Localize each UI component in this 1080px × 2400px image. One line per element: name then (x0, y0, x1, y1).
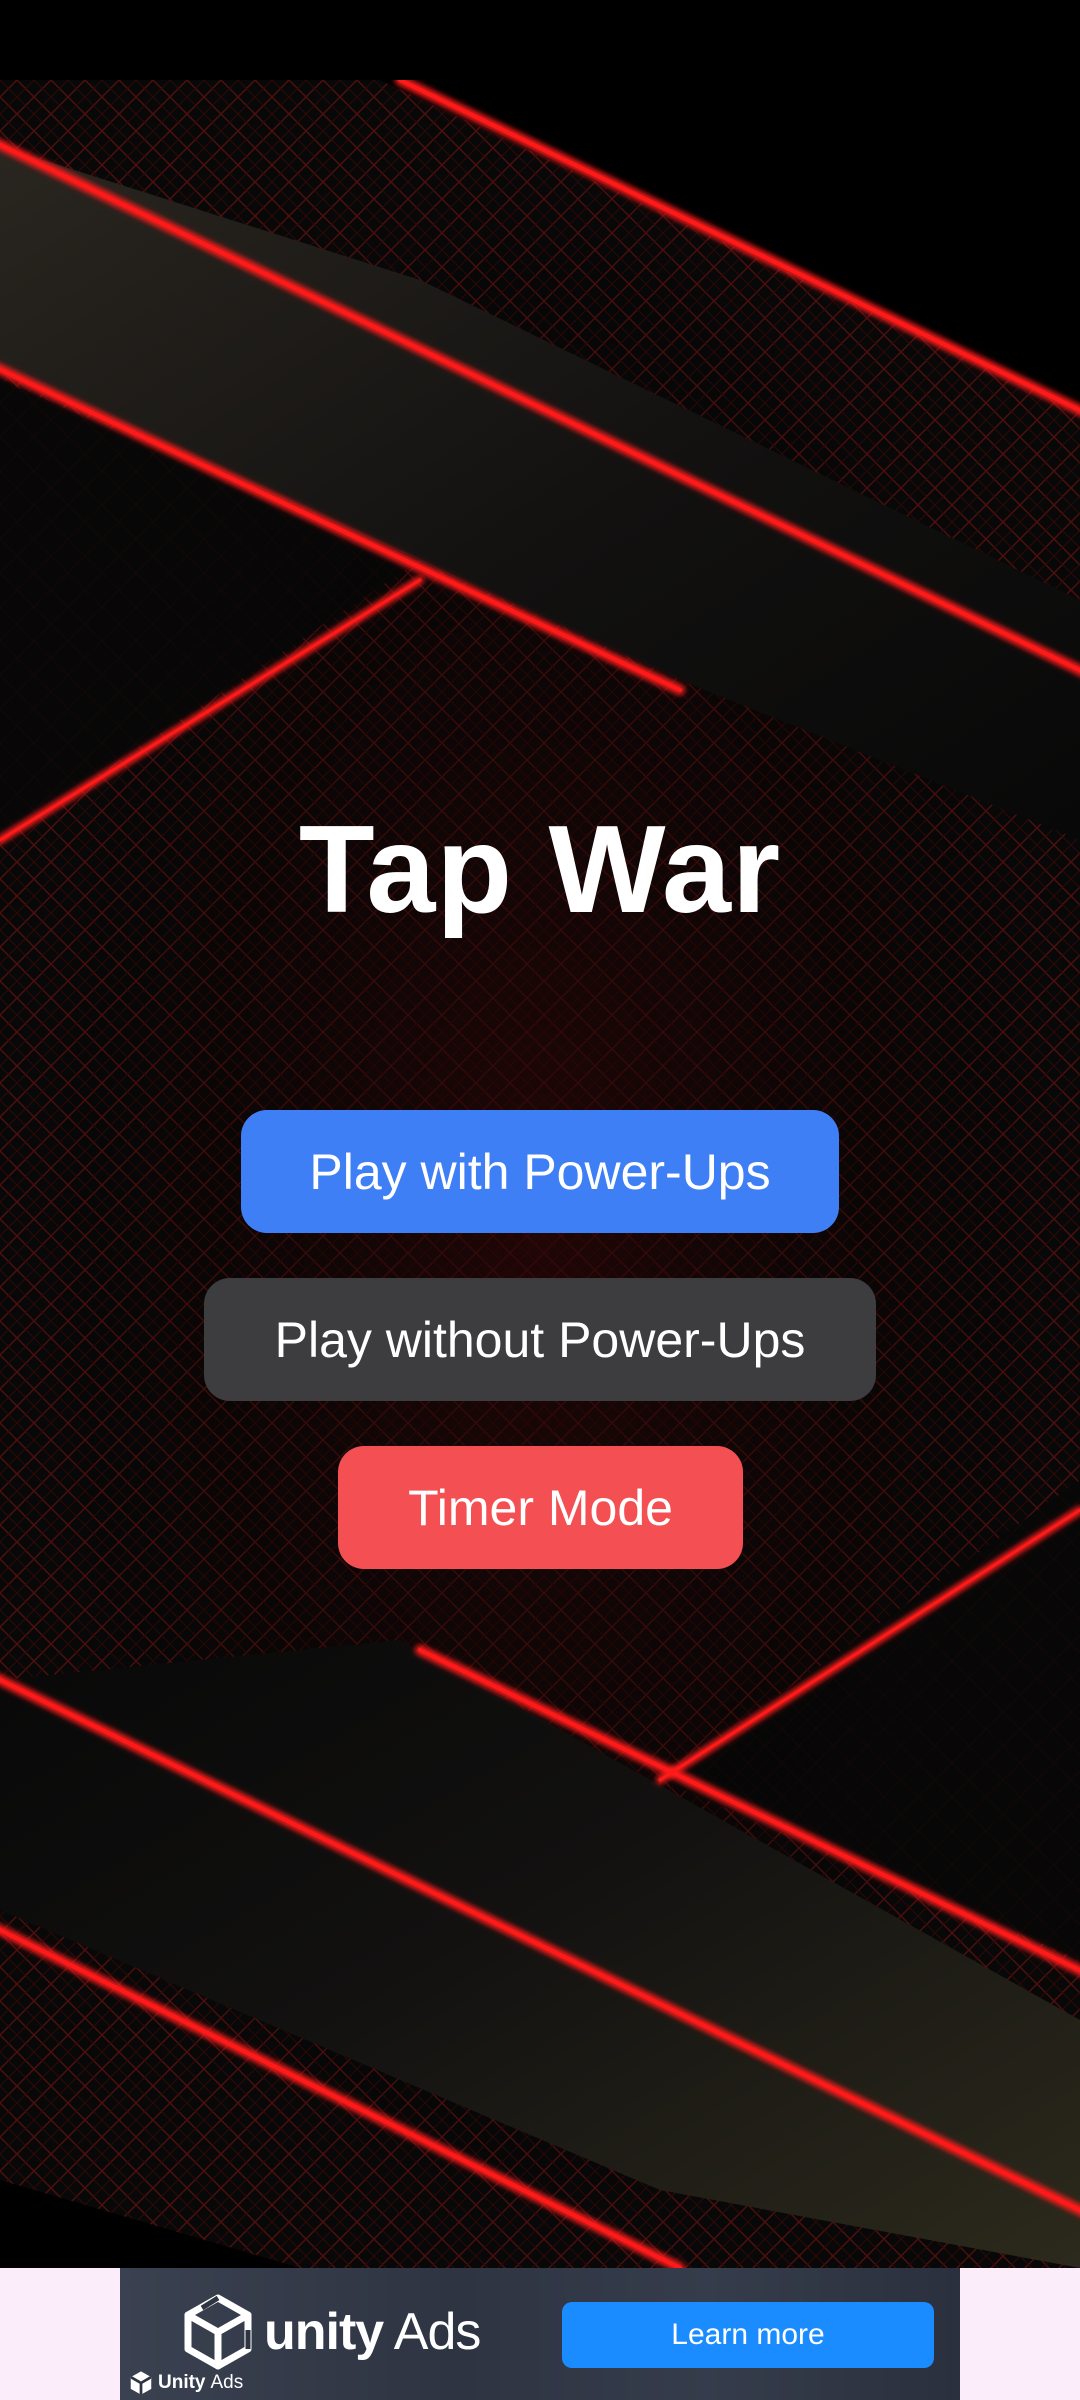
status-bar (0, 0, 1080, 80)
unity-ads-wordmark: unity Ads (264, 2303, 481, 2361)
unity-logo-icon (184, 2294, 252, 2370)
play-without-power-ups-button[interactable]: Play without Power-Ups (204, 1278, 876, 1401)
unity-mini-logo-icon (130, 2371, 152, 2395)
learn-more-button[interactable]: Learn more (562, 2302, 934, 2368)
unity-ads-badge: Unity Ads (128, 2368, 243, 2398)
game-title: Tap War (298, 801, 782, 939)
ad-banner[interactable]: unity Ads Learn more Unity Ads (120, 2268, 960, 2400)
timer-mode-button[interactable]: Timer Mode (338, 1446, 743, 1569)
game-screen: Tap War Play with Power-Ups Play without… (0, 80, 1080, 2268)
play-with-power-ups-button[interactable]: Play with Power-Ups (241, 1110, 839, 1233)
ad-container: unity Ads Learn more Unity Ads (0, 2268, 1080, 2400)
